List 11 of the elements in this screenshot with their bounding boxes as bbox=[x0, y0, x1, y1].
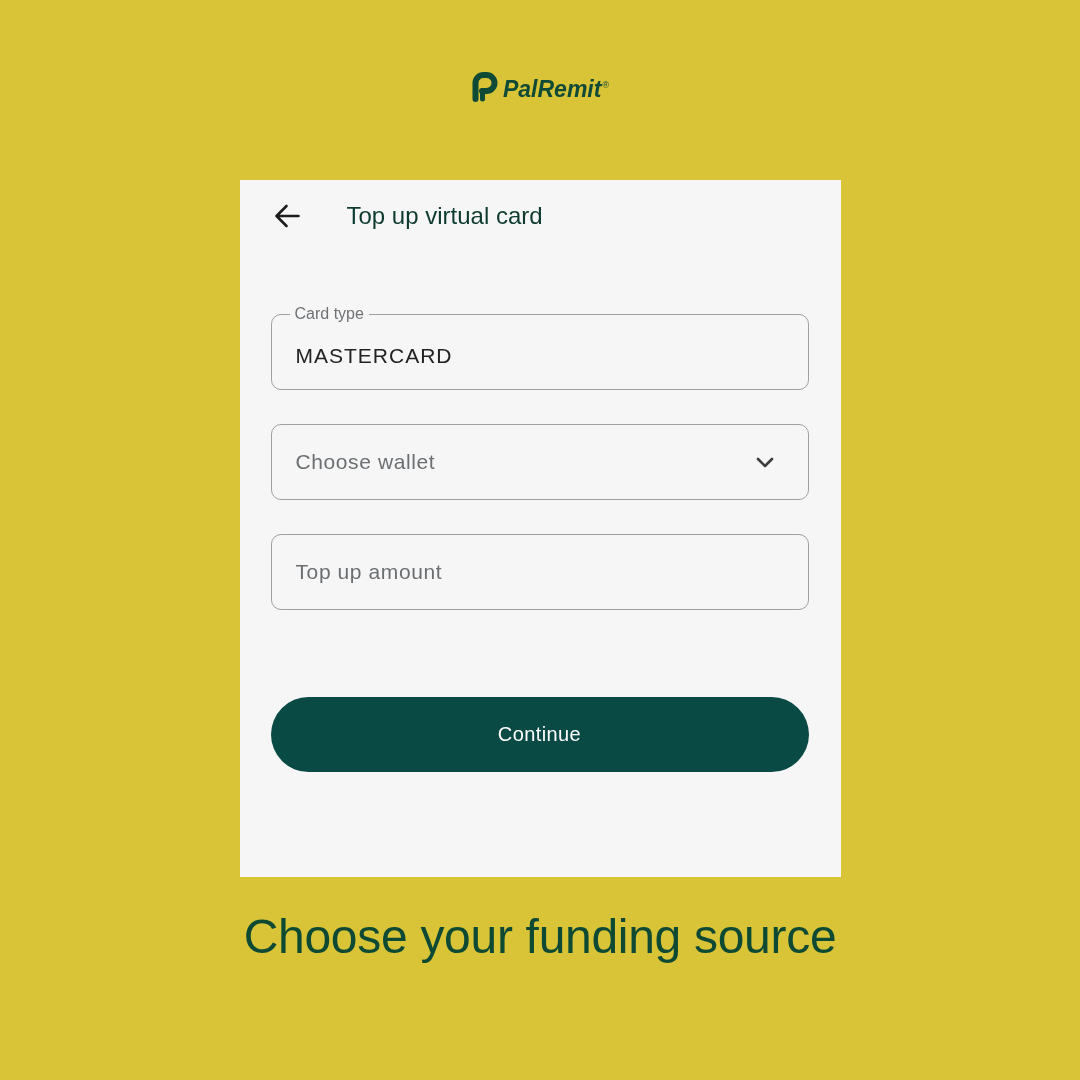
logo-icon bbox=[470, 72, 499, 102]
back-button[interactable] bbox=[273, 204, 300, 228]
continue-button[interactable]: Continue bbox=[270, 697, 809, 772]
caption-text: Choose your funding source bbox=[243, 909, 837, 965]
input-field[interactable]: Card type MASTERCARD bbox=[270, 305, 809, 390]
chevron-down-icon bbox=[755, 456, 774, 468]
screen-title: Top up virtual card bbox=[346, 202, 543, 230]
input-field[interactable]: Top up amount bbox=[270, 534, 809, 610]
dropdown-field[interactable]: Choose wallet bbox=[270, 424, 809, 500]
brand-name: PalRemit$^{®}$ bbox=[502, 75, 610, 104]
arrow-left-icon bbox=[273, 204, 300, 228]
